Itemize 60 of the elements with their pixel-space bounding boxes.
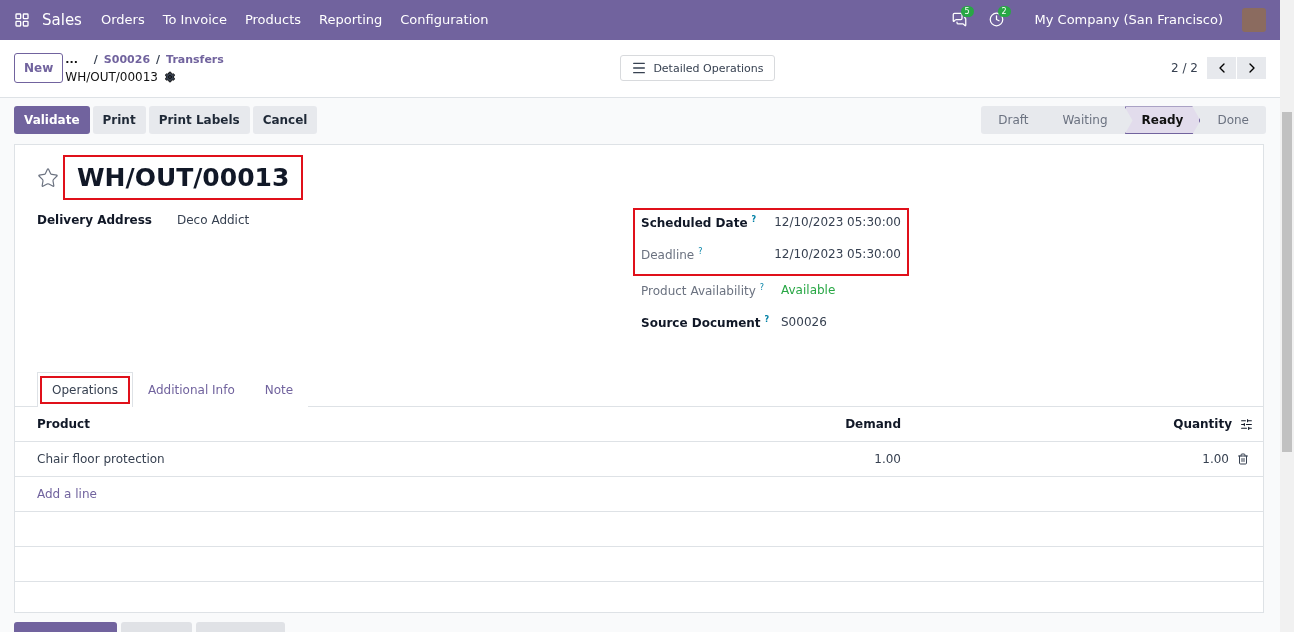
- breadcrumb-link[interactable]: Transfers: [166, 52, 224, 66]
- column-header[interactable]: Demand: [743, 407, 923, 443]
- menu-item[interactable]: Reporting: [310, 12, 392, 28]
- field-label: Deadline $^{?}$: [641, 246, 704, 263]
- delete-icon[interactable]: [1237, 453, 1249, 466]
- column-title: Quantity: [1173, 417, 1232, 432]
- status-step[interactable]: Ready: [1124, 106, 1201, 135]
- clock-icon[interactable]: [988, 12, 1004, 28]
- add-line-link[interactable]: Add a line: [37, 487, 97, 502]
- field-label: Product Availability $^{?}$: [641, 282, 766, 299]
- record-name: WH/OUT/00013: [65, 69, 158, 84]
- count-badge: 5: [960, 6, 974, 18]
- menu-item[interactable]: Orders: [91, 12, 154, 28]
- menu-item[interactable]: To Invoice: [153, 12, 236, 28]
- help-mark[interactable]: ?: [751, 215, 757, 225]
- view-button[interactable]: Detailed Operations: [620, 55, 775, 82]
- gear-icon[interactable]: [164, 70, 176, 83]
- help-mark[interactable]: ?: [698, 247, 703, 257]
- field-value[interactable]: 12/10/2023 05:30:00: [774, 210, 901, 230]
- menu-item[interactable]: Configuration: [391, 12, 498, 28]
- status-step[interactable]: Draft: [981, 106, 1046, 135]
- company-name[interactable]: My Company (San Francisco): [1025, 12, 1232, 28]
- menu-item[interactable]: Products: [235, 12, 311, 28]
- help-mark[interactable]: ?: [764, 315, 770, 325]
- scrollbar[interactable]: [1280, 0, 1294, 632]
- column-header[interactable]: Quantity: [923, 407, 1263, 443]
- field-value[interactable]: Available: [781, 278, 836, 298]
- field-label: Delivery Address: [37, 212, 153, 228]
- action-button[interactable]: Print Labels: [148, 106, 250, 135]
- column-header[interactable]: Product: [15, 407, 743, 443]
- star-icon[interactable]: [37, 166, 59, 189]
- status-step[interactable]: Done: [1200, 106, 1266, 135]
- help-mark[interactable]: ?: [759, 283, 765, 293]
- table-cell: Chair floor protection: [15, 442, 743, 478]
- field-label: Scheduled Date $^{?}$: [641, 214, 758, 231]
- column-settings-icon[interactable]: [1240, 417, 1253, 431]
- status-step[interactable]: Waiting: [1045, 106, 1125, 135]
- previous-button[interactable]: [1207, 57, 1236, 80]
- action-button[interactable]: Print: [92, 106, 146, 135]
- field-value[interactable]: Deco Addict: [177, 208, 250, 228]
- table-cell: 1.00: [743, 442, 923, 478]
- app-name[interactable]: Sales: [30, 10, 92, 29]
- app-grid-icon[interactable]: [14, 11, 30, 28]
- breadcrumb-separator: /: [93, 52, 98, 66]
- field-value[interactable]: S00026: [781, 310, 827, 330]
- field-value[interactable]: 12/10/2023 05:30:00: [774, 242, 901, 262]
- breadcrumb-link[interactable]: ...: [65, 52, 78, 66]
- quantity-value: 1.00: [1202, 452, 1229, 467]
- count-badge: 2: [997, 6, 1011, 18]
- breadcrumb-separator: /: [156, 52, 161, 66]
- pager-value: 2 / 2: [1171, 61, 1198, 76]
- field-label: Source Document $^{?}$: [641, 314, 771, 331]
- breadcrumb-link[interactable]: S00026: [103, 52, 151, 66]
- chat-icon[interactable]: [951, 12, 967, 28]
- next-button[interactable]: [1237, 57, 1266, 80]
- form-tab[interactable]: Operations: [37, 372, 133, 408]
- action-button[interactable]: Cancel: [252, 106, 318, 135]
- new-button[interactable]: New: [14, 53, 64, 84]
- record-title: WH/OUT/00013: [63, 155, 304, 201]
- action-button[interactable]: Validate: [14, 106, 90, 135]
